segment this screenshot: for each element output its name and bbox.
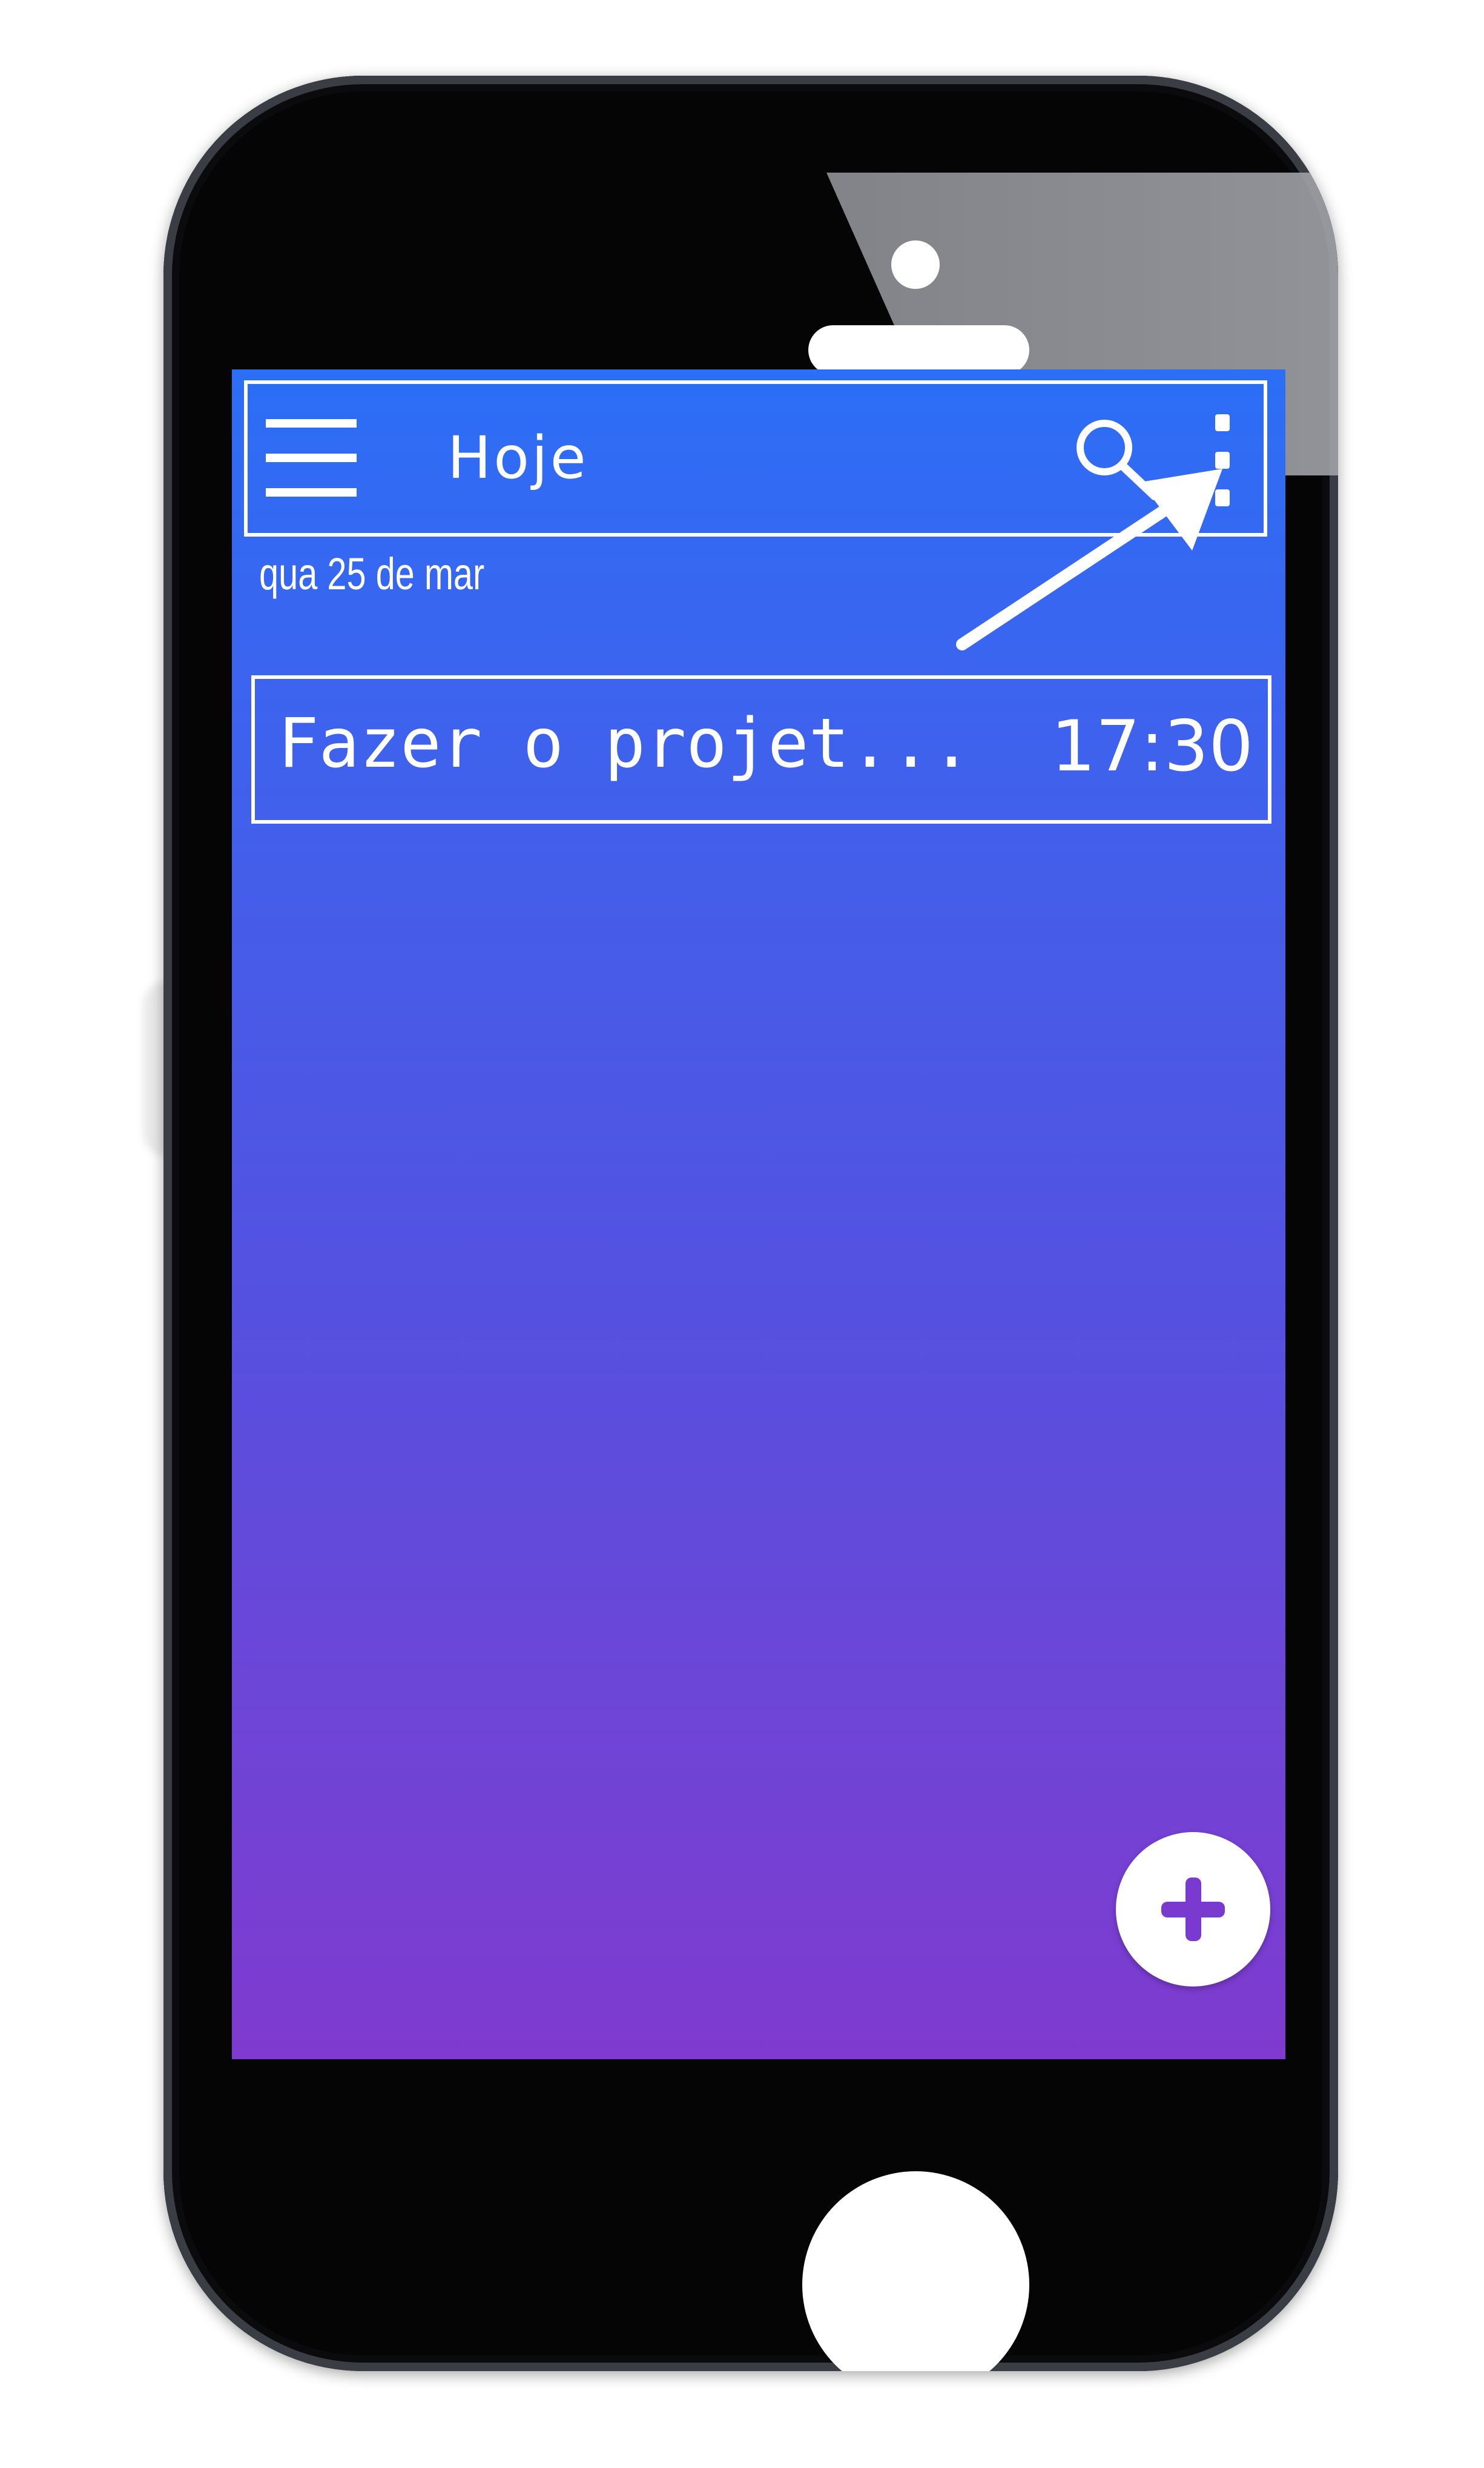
task-title: Fazer o projet... — [278, 704, 972, 783]
app-bar: Hoje — [244, 380, 1267, 650]
front-camera — [891, 240, 940, 289]
date-label: qua 25 de mar — [259, 549, 485, 599]
add-task-button[interactable] — [1116, 1832, 1270, 1987]
task-time: 17:30 — [1050, 706, 1253, 787]
task-item[interactable]: Fazer o projet... 17:30 — [251, 675, 1271, 824]
hamburger-menu-icon[interactable] — [266, 415, 357, 500]
home-button[interactable] — [802, 2171, 1029, 2371]
stage: Hoje qua 25 de mar Fazer o projet... 17:… — [0, 0, 1484, 2468]
earpiece-speaker — [808, 325, 1029, 375]
page-title: Hoje — [447, 424, 589, 492]
arrow-annotation-icon — [956, 469, 1222, 650]
app-screen: Hoje qua 25 de mar Fazer o projet... 17:… — [232, 369, 1285, 2059]
